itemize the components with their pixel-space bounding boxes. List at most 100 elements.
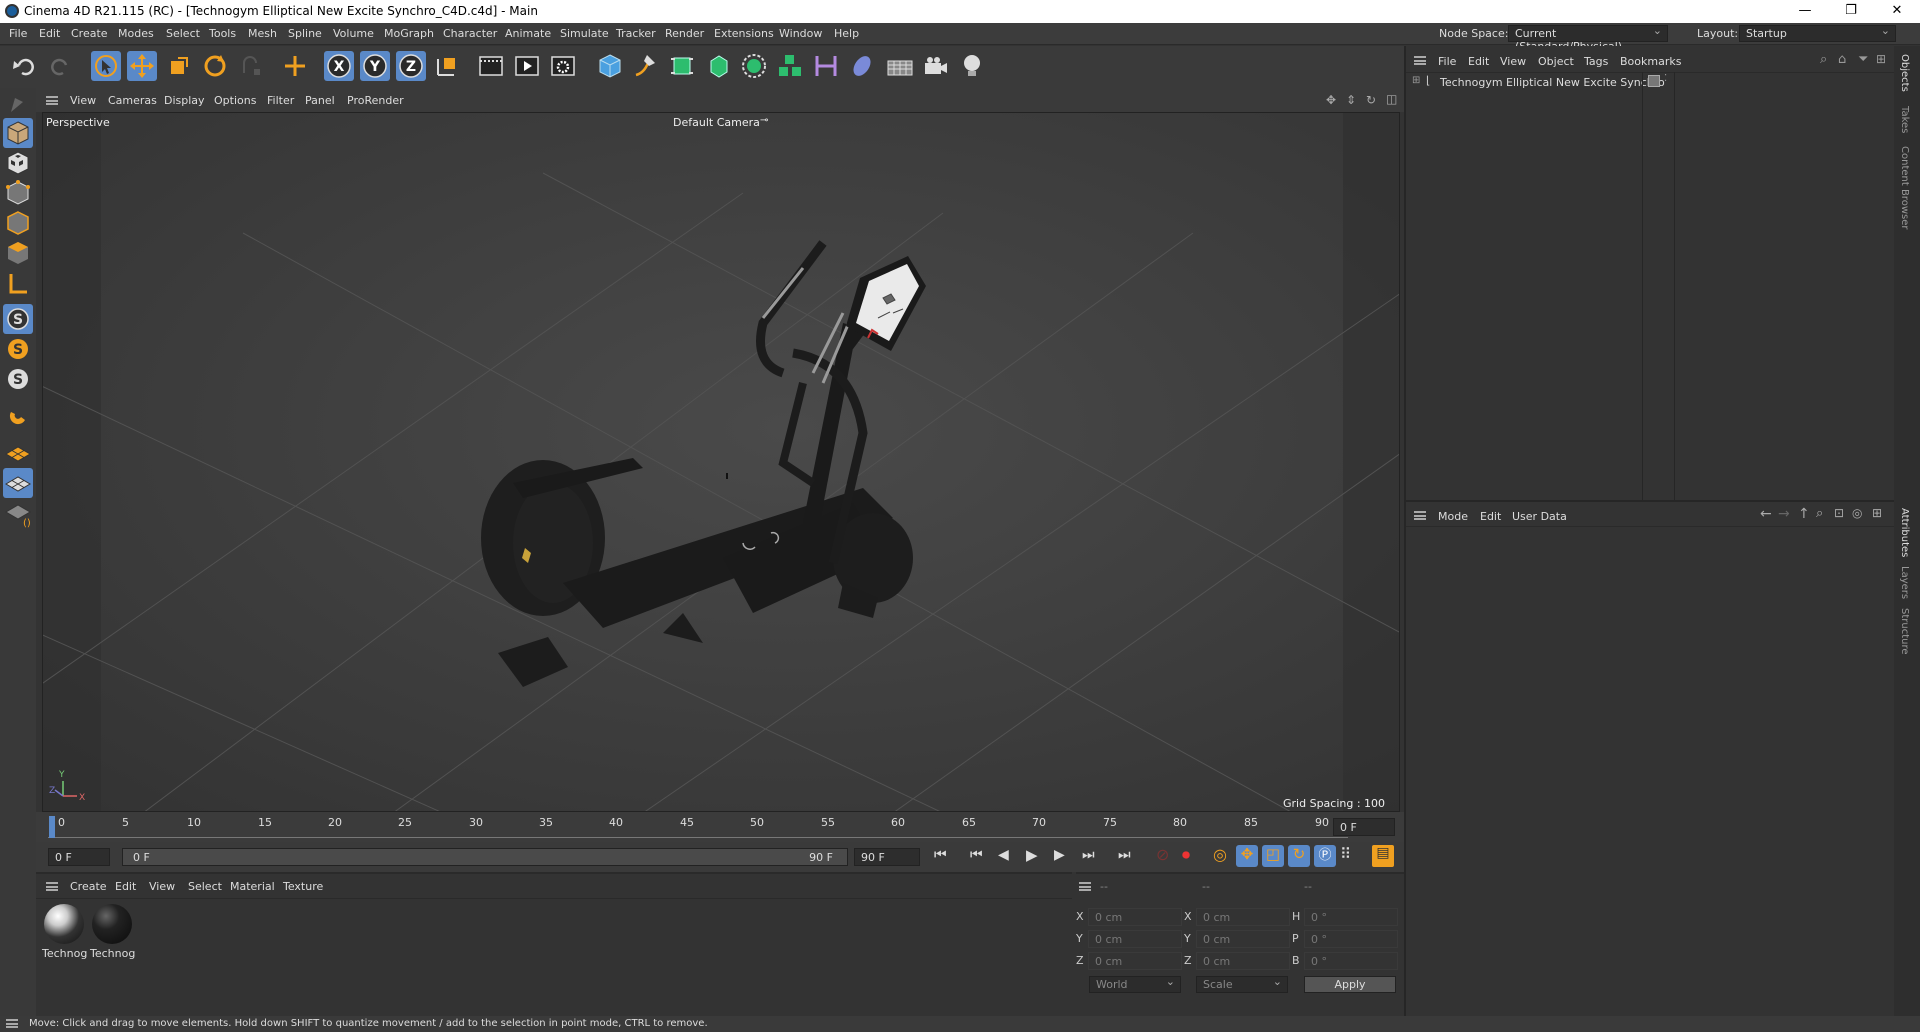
attr-new-view-icon[interactable]: ⊞ xyxy=(1872,506,1882,520)
menu-create[interactable]: Create xyxy=(71,27,108,40)
expand-icon[interactable]: ⊞ xyxy=(1412,75,1420,86)
coordinate-mode-select[interactable]: Scale xyxy=(1196,975,1288,993)
object-hamburger-icon[interactable] xyxy=(1414,56,1426,65)
texture-mode-icon[interactable] xyxy=(3,148,33,178)
key-pla-icon[interactable]: ⠿ xyxy=(1340,845,1351,863)
coords-hamburger-icon[interactable] xyxy=(1079,882,1091,891)
material-item[interactable]: Technog xyxy=(90,904,135,966)
menu-spline[interactable]: Spline xyxy=(288,27,322,40)
material-menu-edit[interactable]: Edit xyxy=(115,880,136,893)
menu-select[interactable]: Select xyxy=(166,27,200,40)
viewport-menu-options[interactable]: Options xyxy=(214,94,256,107)
autokey-icon[interactable]: ⏺ xyxy=(1182,845,1190,865)
timeline[interactable]: 0 5 10 15 20 25 30 35 40 45 50 55 60 65 … xyxy=(36,812,1404,842)
snap-icon[interactable]: S xyxy=(3,304,33,334)
tab-takes[interactable]: Takes xyxy=(1899,106,1910,133)
status-hamburger-icon[interactable] xyxy=(6,1019,18,1028)
record-keys-icon[interactable]: ⊘ xyxy=(1156,845,1169,864)
magnet-icon[interactable] xyxy=(3,402,33,432)
menu-tracker[interactable]: Tracker xyxy=(616,27,656,40)
tab-structure[interactable]: Structure xyxy=(1899,608,1910,655)
size-y-field[interactable]: 0 cm xyxy=(1196,930,1290,948)
coordinate-system-icon[interactable] xyxy=(432,51,462,81)
perspective-viewport[interactable]: Y X Z Perspective Default Camera ⊸ Grid … xyxy=(42,112,1400,812)
edge-mode-icon[interactable] xyxy=(3,208,33,238)
subdivision-surface-icon[interactable] xyxy=(667,51,697,81)
z-axis-icon[interactable]: Z xyxy=(396,51,426,81)
viewport-move-icon[interactable]: ✥ xyxy=(1326,93,1336,107)
redo-icon[interactable] xyxy=(45,51,75,81)
viewport-rotate-icon[interactable]: ↻ xyxy=(1366,93,1376,107)
last-tool-icon[interactable] xyxy=(236,51,266,81)
viewport-menu-prorender[interactable]: ProRender xyxy=(347,94,404,107)
target-icon[interactable]: ◎ xyxy=(1852,506,1862,520)
locked-workplane-icon[interactable] xyxy=(3,468,33,498)
attr-menu-mode[interactable]: Mode xyxy=(1438,510,1468,523)
viewport-hamburger-icon[interactable] xyxy=(46,96,58,105)
attr-menu-user-data[interactable]: User Data xyxy=(1512,510,1567,523)
move-tool-icon[interactable] xyxy=(127,51,157,81)
lock-icon[interactable]: ⊡ xyxy=(1834,506,1844,520)
rot-h-field[interactable]: 0 ° xyxy=(1304,908,1398,926)
key-rotation-icon[interactable]: ↻ xyxy=(1288,845,1310,867)
menu-tools[interactable]: Tools xyxy=(209,27,236,40)
forward-arrow-icon[interactable]: → xyxy=(1778,506,1790,522)
object-home-icon[interactable]: ⌂ xyxy=(1838,52,1846,67)
attr-search-icon[interactable]: ⌕ xyxy=(1816,506,1823,521)
menu-edit[interactable]: Edit xyxy=(39,27,60,40)
pen-spline-icon[interactable] xyxy=(631,51,661,81)
material-menu-material[interactable]: Material xyxy=(230,880,275,893)
axis-mode-icon[interactable] xyxy=(3,268,33,298)
mograph-cloner-icon[interactable] xyxy=(775,51,805,81)
key-scale-icon[interactable]: ◰ xyxy=(1262,845,1284,867)
up-arrow-icon[interactable]: ↑ xyxy=(1798,506,1810,522)
close-button[interactable]: ✕ xyxy=(1874,0,1920,23)
pos-y-field[interactable]: 0 cm xyxy=(1088,930,1182,948)
rotate-tool-icon[interactable] xyxy=(200,51,230,81)
cube-object-icon[interactable] xyxy=(595,51,625,81)
size-z-field[interactable]: 0 cm xyxy=(1196,952,1290,970)
go-to-end-icon[interactable]: ⏭ xyxy=(1118,847,1131,863)
menu-simulate[interactable]: Simulate xyxy=(560,27,609,40)
extrude-icon[interactable] xyxy=(703,51,733,81)
cloner-icon[interactable] xyxy=(739,51,769,81)
key-position-icon[interactable]: ✥ xyxy=(1236,845,1258,867)
point-mode-icon[interactable] xyxy=(3,178,33,208)
menu-animate[interactable]: Animate xyxy=(505,27,551,40)
visibility-dots-icon[interactable]: ⁚ xyxy=(1664,73,1667,84)
tab-content-browser[interactable]: Content Browser xyxy=(1899,146,1910,229)
tab-attributes[interactable]: Attributes xyxy=(1899,508,1910,557)
back-arrow-icon[interactable]: ← xyxy=(1760,506,1772,522)
camera-label[interactable]: Default Camera xyxy=(673,116,760,129)
rot-p-field[interactable]: 0 ° xyxy=(1304,930,1398,948)
model-mode-icon[interactable] xyxy=(3,118,33,148)
go-to-start-icon[interactable]: ⏮ xyxy=(934,847,947,863)
layout-select[interactable]: Startup xyxy=(1739,24,1896,42)
material-hamburger-icon[interactable] xyxy=(46,882,58,891)
x-axis-icon[interactable]: X xyxy=(324,51,354,81)
maximize-button[interactable]: ❐ xyxy=(1828,0,1874,23)
object-menu-view[interactable]: View xyxy=(1500,55,1526,68)
pos-z-field[interactable]: 0 cm xyxy=(1088,952,1182,970)
object-row[interactable]: ⊞ ⌊ Technogym Elliptical New Excite Sync… xyxy=(1406,73,1894,92)
object-search-icon[interactable]: ⌕ xyxy=(1820,52,1827,67)
minimize-button[interactable]: — xyxy=(1782,0,1828,23)
floor-object-icon[interactable] xyxy=(885,51,919,81)
size-x-field[interactable]: 0 cm xyxy=(1196,908,1290,926)
timeline-window-icon[interactable]: ▤ xyxy=(1372,845,1394,867)
object-menu-edit[interactable]: Edit xyxy=(1468,55,1489,68)
menu-window[interactable]: Window xyxy=(779,27,822,40)
key-parameter-icon[interactable]: Ⓟ xyxy=(1314,845,1336,867)
render-view-icon[interactable] xyxy=(476,51,506,81)
attr-menu-edit[interactable]: Edit xyxy=(1480,510,1501,523)
frame-range-slider[interactable]: 0 F 90 F xyxy=(122,848,848,866)
material-menu-select[interactable]: Select xyxy=(188,880,222,893)
light-icon[interactable] xyxy=(957,51,987,81)
menu-render[interactable]: Render xyxy=(665,27,704,40)
planar-workplane-icon[interactable]: () xyxy=(3,498,33,529)
play-icon[interactable]: ▶ xyxy=(1026,846,1038,864)
field-icon[interactable] xyxy=(847,51,877,81)
make-editable-icon[interactable] xyxy=(3,90,33,120)
timeline-playhead[interactable] xyxy=(49,816,55,838)
object-menu-object[interactable]: Object xyxy=(1538,55,1574,68)
